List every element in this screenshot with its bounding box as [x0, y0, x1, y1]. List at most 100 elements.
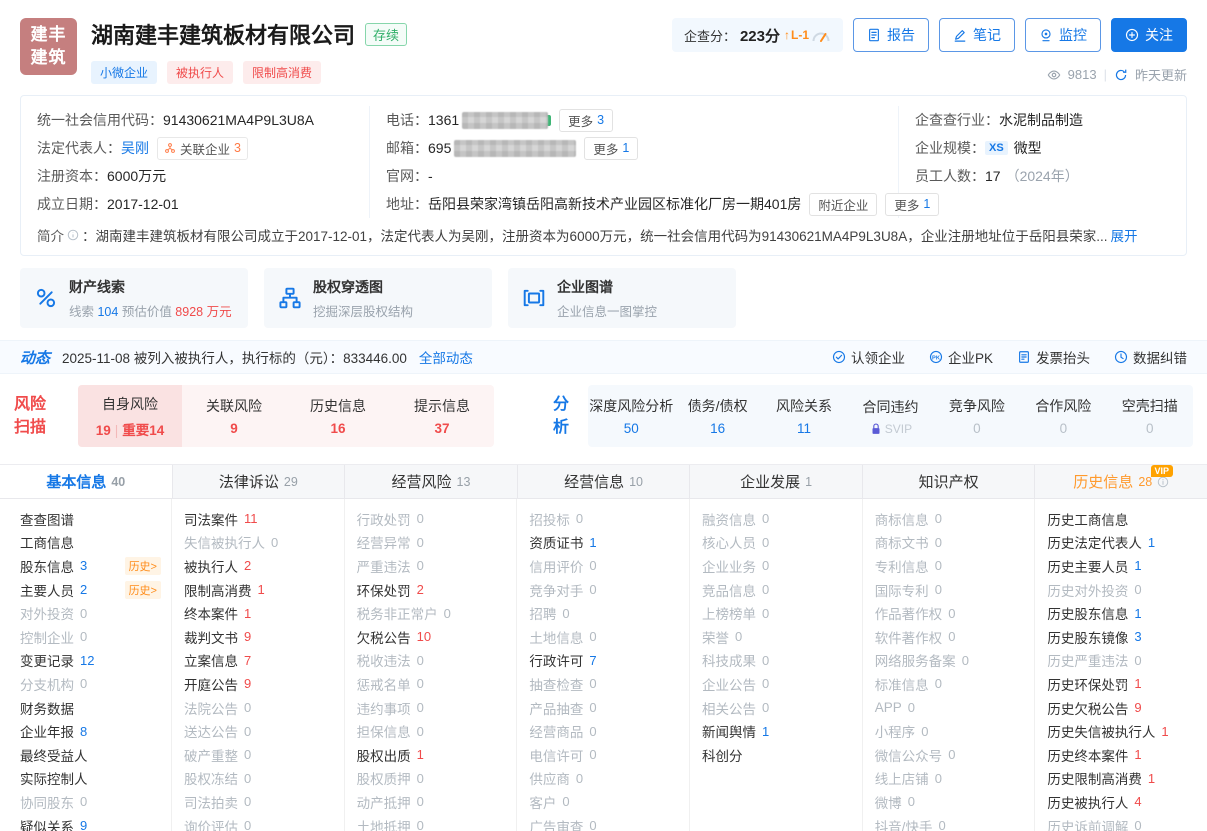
link-item: 历史诉前调解0 — [1047, 814, 1207, 831]
enterprise-graph-card[interactable]: 企业图谱企业信息一图掌控 — [508, 268, 736, 328]
company-pk-label: 企业PK — [948, 347, 993, 367]
data-correction-button[interactable]: 数据纠错 — [1114, 347, 1187, 367]
link-item[interactable]: 资质证书1 — [529, 531, 689, 555]
link-item: 商标文书0 — [875, 531, 1035, 555]
link-item-count: 0 — [417, 676, 424, 691]
tab-历史信息[interactable]: 历史信息28VIP — [1035, 465, 1207, 498]
more-button[interactable]: 更多3 — [559, 109, 613, 132]
history-badge[interactable]: 历史> — [125, 581, 161, 599]
link-item[interactable]: 历史主要人员1 — [1047, 554, 1207, 578]
last-updated[interactable]: 昨天更新 — [1135, 65, 1187, 84]
info-value-legal-rep[interactable]: 吴刚 — [121, 138, 149, 158]
analysis-item[interactable]: 空壳扫描0 — [1107, 385, 1193, 447]
tab-企业发展[interactable]: 企业发展1 — [690, 465, 863, 498]
risk-scan-item[interactable]: 历史信息16 — [286, 385, 390, 447]
link-item[interactable]: 开庭公告9 — [184, 672, 344, 696]
link-item[interactable]: 历史工商信息 — [1047, 507, 1207, 531]
link-item[interactable]: 历史失信被执行人1 — [1047, 719, 1207, 743]
company-tag[interactable]: 被执行人 — [167, 61, 233, 84]
analysis-item[interactable]: 竞争风险0 — [934, 385, 1020, 447]
company-info-section: 统一社会信用代码：91430621MA4P9L3U8A法定代表人：吴刚关联企业3… — [20, 95, 1187, 256]
company-tag[interactable]: 限制高消费 — [243, 61, 321, 84]
sidebar-item[interactable]: 变更记录12 — [0, 649, 171, 673]
sidebar-item[interactable]: 疑似关系9 — [0, 814, 171, 831]
link-item[interactable]: 历史被执行人4 — [1047, 790, 1207, 814]
tab-count: 10 — [629, 475, 643, 489]
tab-知识产权[interactable]: 知识产权 — [863, 465, 1036, 498]
sidebar-item[interactable]: 财务数据 — [0, 696, 171, 720]
sidebar-item: 分支机构0 — [0, 672, 171, 696]
link-item[interactable]: 欠税公告10 — [357, 625, 517, 649]
follow-button[interactable]: 关注 — [1111, 18, 1187, 52]
link-item[interactable]: 司法案件11 — [184, 507, 344, 531]
nearby-company-button[interactable]: 附近企业 — [809, 193, 877, 216]
link-item[interactable]: 新闻舆情1 — [702, 719, 862, 743]
monitor-button[interactable]: 监控 — [1025, 18, 1101, 52]
link-item[interactable]: 环保处罚2 — [357, 578, 517, 602]
link-item: 送达公告0 — [184, 719, 344, 743]
link-item[interactable]: 历史法定代表人1 — [1047, 531, 1207, 555]
more-button[interactable]: 更多1 — [584, 137, 638, 160]
link-item[interactable]: 历史终本案件1 — [1047, 743, 1207, 767]
link-item[interactable]: 限制高消费1 — [184, 578, 344, 602]
history-badge[interactable]: 历史> — [125, 557, 161, 575]
company-pk-button[interactable]: PK企业PK — [929, 347, 993, 367]
link-item[interactable]: 裁判文书9 — [184, 625, 344, 649]
analysis-item[interactable]: 债务/债权16 — [674, 385, 760, 447]
link-item[interactable]: 历史股东镜像3 — [1047, 625, 1207, 649]
claim-company-button[interactable]: 认领企业 — [832, 347, 905, 367]
link-item[interactable]: 历史欠税公告9 — [1047, 696, 1207, 720]
link-item: 司法拍卖0 — [184, 790, 344, 814]
risk-scan-item[interactable]: 自身风险19|重要14 — [78, 385, 182, 447]
sidebar-item[interactable]: 实际控制人 — [0, 767, 171, 791]
risk-scan-item-label: 历史信息 — [310, 396, 366, 416]
sidebar-item[interactable]: 工商信息 — [0, 531, 171, 555]
sidebar-item[interactable]: 主要人员2历史> — [0, 578, 171, 602]
risk-scan-item[interactable]: 关联风险9 — [182, 385, 286, 447]
analysis-item[interactable]: 深度风险分析50 — [588, 385, 674, 447]
link-item[interactable]: 立案信息7 — [184, 649, 344, 673]
tab-法律诉讼[interactable]: 法律诉讼29 — [173, 465, 346, 498]
report-button[interactable]: 报告 — [853, 18, 929, 52]
risk-scan-item[interactable]: 提示信息37 — [390, 385, 494, 447]
tab-经营信息[interactable]: 经营信息10 — [518, 465, 691, 498]
link-item[interactable]: 历史限制高消费1 — [1047, 767, 1207, 791]
link-item-count: 0 — [762, 606, 769, 621]
link-item[interactable]: 历史股东信息1 — [1047, 601, 1207, 625]
link-item[interactable]: 终本案件1 — [184, 601, 344, 625]
property-clues-card[interactable]: 财产线索线索 104 预估价值 8928 万元 — [20, 268, 248, 328]
note-button[interactable]: 笔记 — [939, 18, 1015, 52]
link-item-label: 违约事项 — [357, 698, 411, 718]
analysis-item-count: 0 — [1060, 421, 1068, 436]
tab-基本信息[interactable]: 基本信息40 — [0, 465, 173, 498]
link-item-label: 历史对外投资 — [1047, 580, 1128, 600]
link-item[interactable]: 行政许可7 — [529, 649, 689, 673]
all-dynamics-link[interactable]: 全部动态 — [419, 347, 473, 367]
logo-text-line1: 建丰 — [31, 24, 67, 47]
link-item[interactable]: 历史环保处罚1 — [1047, 672, 1207, 696]
tab-经营风险[interactable]: 经营风险13 — [345, 465, 518, 498]
sidebar-item[interactable]: 查查图谱 — [0, 507, 171, 531]
link-item: 询价评估0 — [184, 814, 344, 831]
analysis-item[interactable]: 合作风险0 — [1020, 385, 1106, 447]
link-item[interactable]: 被执行人2 — [184, 554, 344, 578]
sidebar-item[interactable]: 股东信息3历史> — [0, 554, 171, 578]
link-item-label: 科技成果 — [702, 650, 756, 670]
refresh-icon[interactable] — [1114, 68, 1128, 82]
intro-expand-link[interactable]: 展开 — [1110, 225, 1137, 245]
sidebar-item[interactable]: 最终受益人 — [0, 743, 171, 767]
info-label: 地址： — [386, 194, 428, 214]
sidebar-item[interactable]: 企业年报8 — [0, 719, 171, 743]
equity-penetration-card[interactable]: 股权穿透图挖掘深层股权结构 — [264, 268, 492, 328]
company-tag[interactable]: 小微企业 — [91, 61, 157, 84]
analysis-item[interactable]: 合同违约SVIP — [847, 385, 933, 447]
desc-segment: 线索 — [69, 305, 97, 319]
link-item-count: 0 — [417, 771, 424, 786]
related-company-badge[interactable]: 关联企业3 — [157, 137, 248, 160]
info-row-website: 官网：- — [386, 162, 882, 190]
link-item[interactable]: 股权出质1 — [357, 743, 517, 767]
link-item[interactable]: 科创分 — [702, 743, 862, 767]
analysis-item[interactable]: 风险关系11 — [761, 385, 847, 447]
invoice-title-button[interactable]: 发票抬头 — [1017, 347, 1090, 367]
company-score[interactable]: 企查分： 223分 L-1 — [672, 18, 843, 52]
